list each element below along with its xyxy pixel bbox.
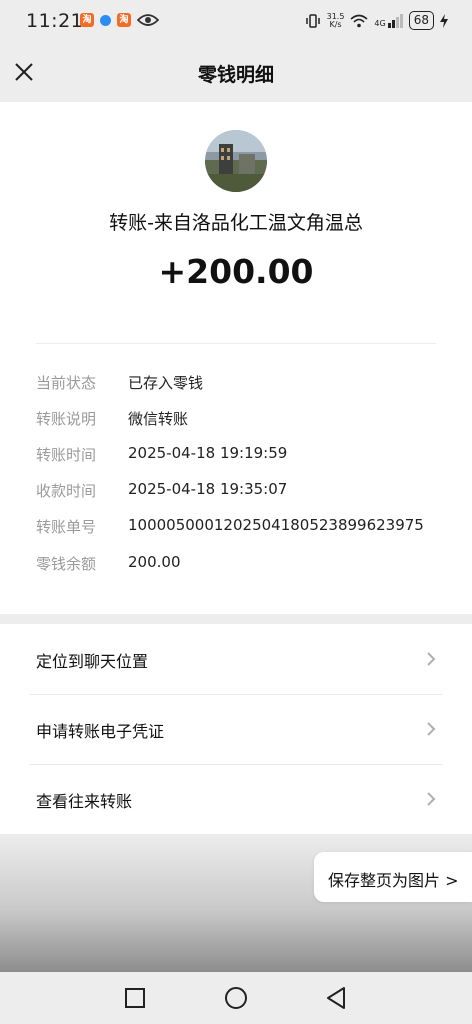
detail-label: 转账单号 xyxy=(36,518,97,536)
detail-label: 零钱余额 xyxy=(36,555,97,573)
circle-icon[interactable] xyxy=(224,986,248,1010)
chevron-right-icon xyxy=(427,722,436,736)
locate-chat-button[interactable]: 定位到聊天位置 xyxy=(0,624,472,694)
detail-label: 收款时间 xyxy=(36,482,97,500)
action-list: 定位到聊天位置 申请转账电子凭证 查看往来转账 xyxy=(0,624,472,834)
battery-indicator: 68 xyxy=(408,11,434,30)
system-nav-bar xyxy=(0,972,472,1024)
action-label: 申请转账电子凭证 xyxy=(36,722,165,741)
detail-value: 微信转账 xyxy=(128,410,189,428)
header: 零钱明细 xyxy=(0,42,472,102)
status-notification-icons: 淘 淘 xyxy=(80,13,159,27)
taobao-app-icon: 淘 xyxy=(80,13,94,27)
detail-label: 转账说明 xyxy=(36,410,97,428)
cellular-signal-icon: 4G xyxy=(374,13,403,28)
action-label: 定位到聊天位置 xyxy=(36,652,149,671)
status-right-icons: 31.5 K/s 4G 68 xyxy=(305,11,448,30)
view-transfers-button[interactable]: 查看往来转账 xyxy=(0,764,472,834)
detail-value: 1000050001202504180523899623975 xyxy=(128,516,424,534)
payer-description: 转账-来自洛品化工温文角温总 xyxy=(109,212,363,234)
detail-value: 2025-04-18 19:19:59 xyxy=(128,444,288,462)
triangle-back-icon[interactable] xyxy=(324,986,348,1010)
chevron-right-icon xyxy=(427,792,436,806)
transfer-amount: +200.00 xyxy=(158,252,314,291)
detail-value: 2025-04-18 19:35:07 xyxy=(128,480,288,498)
status-bar: 11:21 淘 淘 31.5 K/s 4G 68 xyxy=(0,0,472,42)
request-voucher-button[interactable]: 申请转账电子凭证 xyxy=(0,694,472,764)
save-as-image-button[interactable]: 保存整页为图片 > xyxy=(314,852,472,902)
transfer-detail-card: 转账-来自洛品化工温文角温总 +200.00 当前状态 已存入零钱 转账说明 微… xyxy=(0,102,472,614)
chat-app-icon xyxy=(100,14,111,26)
page-title: 零钱明细 xyxy=(197,64,274,86)
vibrate-icon xyxy=(305,13,320,28)
taobao-app-icon-2: 淘 xyxy=(117,13,131,27)
action-label: 查看往来转账 xyxy=(36,792,133,811)
square-icon[interactable] xyxy=(123,986,147,1010)
charging-icon xyxy=(440,13,448,28)
detail-label: 当前状态 xyxy=(36,374,97,392)
eye-icon xyxy=(137,14,159,26)
wifi-icon xyxy=(350,14,368,27)
network-speed: 31.5 K/s xyxy=(327,12,345,29)
detail-label: 转账时间 xyxy=(36,446,97,464)
status-time: 11:21 xyxy=(26,10,84,32)
network-speed-unit: K/s xyxy=(329,19,342,29)
divider xyxy=(36,343,436,344)
detail-value: 200.00 xyxy=(128,553,181,571)
save-as-image-label: 保存整页为图片 > xyxy=(328,871,459,890)
chevron-right-icon xyxy=(427,652,436,666)
network-type: 4G xyxy=(374,18,386,28)
avatar xyxy=(205,130,267,192)
detail-value: 已存入零钱 xyxy=(128,374,204,392)
